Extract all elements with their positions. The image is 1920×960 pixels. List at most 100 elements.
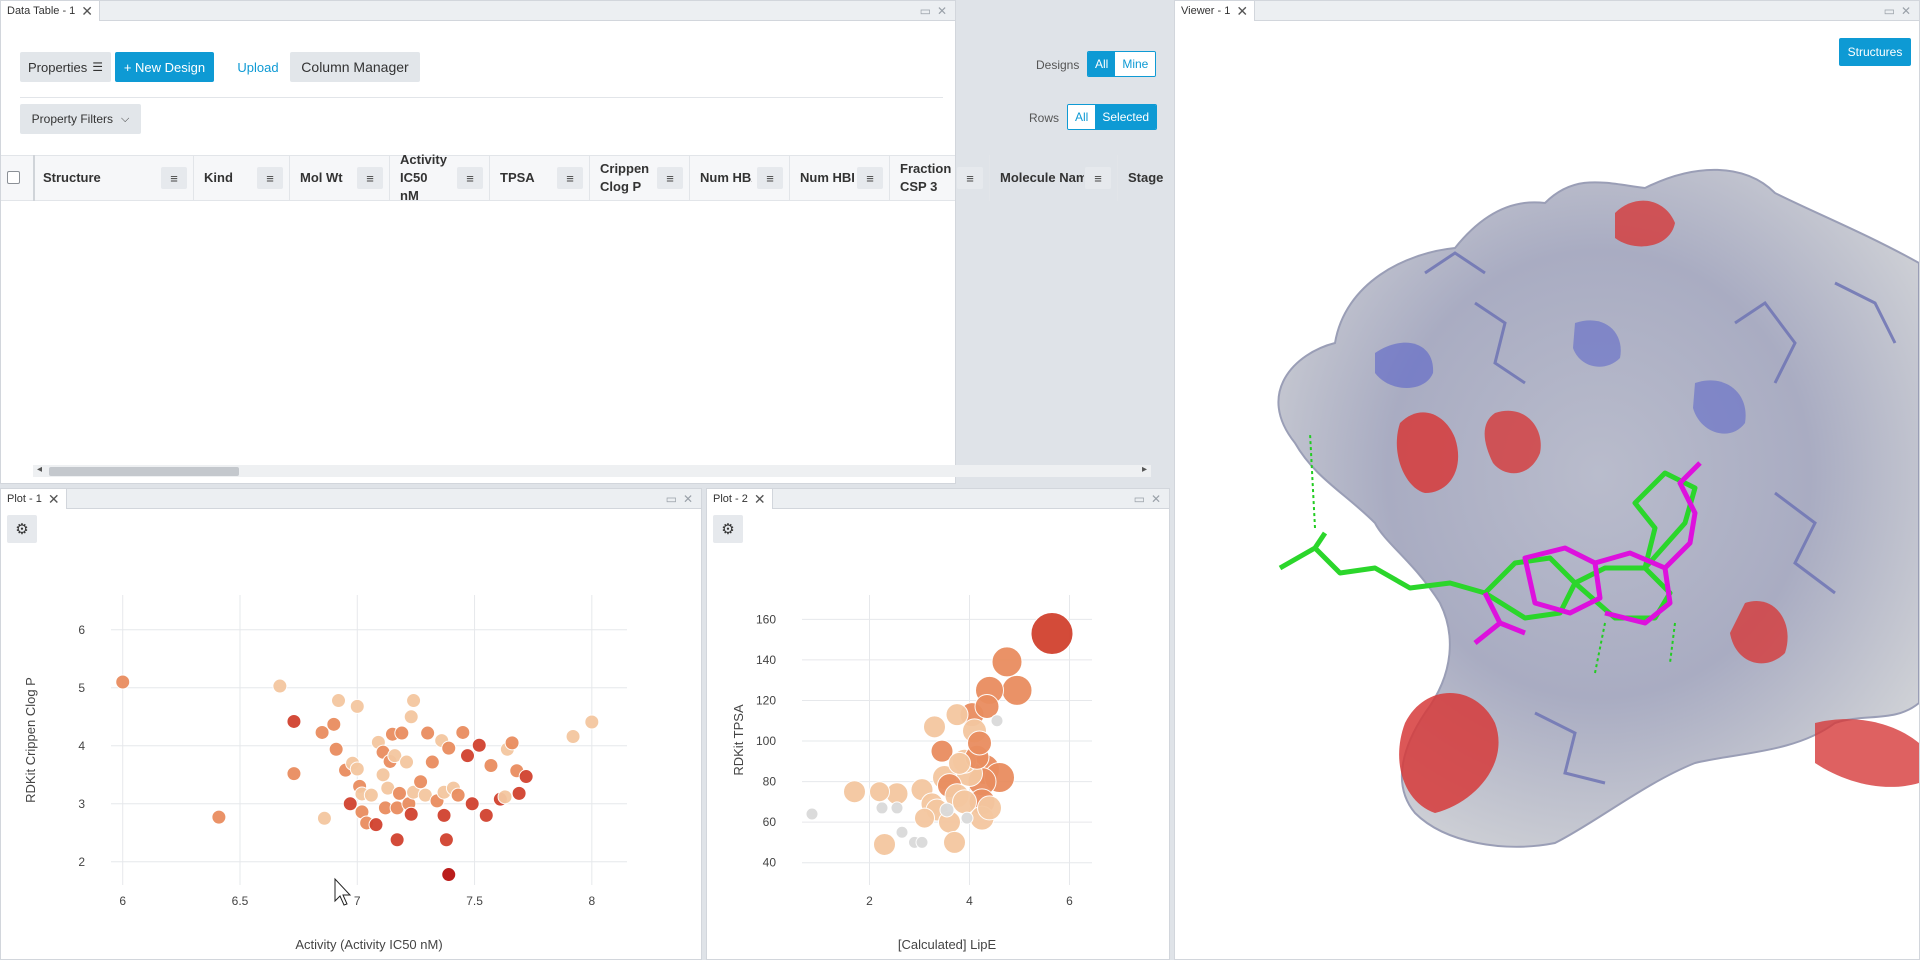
data-point	[286, 713, 302, 729]
plot-2-chart[interactable]: 2 4 6 40 60 80 100 120 140 160 [Calculated] LipE RD…	[707, 513, 1169, 953]
viewer-tabbar: Viewer - 1 ✕ ▭ ✕	[1175, 1, 1919, 21]
column-menu-icon[interactable]: ≡	[557, 167, 583, 189]
properties-label: Properties	[27, 59, 88, 75]
column-menu-icon[interactable]: ≡	[257, 167, 283, 189]
data-point	[565, 729, 581, 745]
x-tick-label: 6	[119, 894, 126, 908]
column-menu-icon[interactable]: ≡	[757, 167, 783, 189]
plot-1-chart[interactable]: 6 6.5 7 7.5 8 2 3 4 5 6 Activity (Activity IC50 nM…	[1, 513, 701, 953]
data-point	[967, 730, 992, 756]
tab-plot-2[interactable]: Plot - 2 ✕	[707, 489, 773, 509]
plot-2-window-controls: ▭ ✕	[1134, 492, 1161, 506]
column-header-label: Crippen Clog P	[600, 161, 650, 194]
column-menu-icon[interactable]: ≡	[857, 167, 883, 189]
column-header-label: Activity IC50 nM	[400, 152, 447, 203]
column-header-structure[interactable]: Structure ≡	[33, 155, 194, 201]
column-menu-icon[interactable]: ≡	[957, 167, 983, 189]
y-tick-label: 140	[756, 653, 776, 667]
close-icon[interactable]: ✕	[1151, 492, 1161, 506]
molecule-3d-viewport[interactable]	[1175, 23, 1919, 943]
plot-1-panel: Plot - 1 ✕ ▭ ✕ ⚙ 6 6.5 7 7.5 8 2 3 4 5 6 Activity …	[0, 488, 702, 960]
x-tick-label: 6	[1066, 894, 1073, 908]
data-point	[441, 867, 457, 883]
data-point	[403, 806, 419, 822]
upload-label: Upload	[237, 59, 279, 75]
y-tick-label: 4	[78, 739, 85, 753]
column-header-label: TPSA	[500, 170, 535, 185]
x-tick-label: 4	[966, 894, 973, 908]
column-header-tpsa[interactable]: TPSA ≡	[490, 155, 590, 201]
viewer-window-controls: ▭ ✕	[1884, 4, 1911, 18]
column-header-molecule-name[interactable]: Molecule Name≡	[990, 155, 1118, 201]
data-point	[873, 832, 896, 856]
column-header-label: Kind	[204, 170, 233, 185]
close-icon[interactable]: ✕	[754, 492, 766, 506]
designs-mine-option[interactable]: Mine	[1115, 52, 1156, 76]
data-point	[478, 807, 494, 823]
plot-1-tabbar: Plot - 1 ✕ ▭ ✕	[1, 489, 701, 509]
plot-1-window-controls: ▭ ✕	[666, 492, 693, 506]
column-menu-icon[interactable]: ≡	[1085, 167, 1111, 189]
filter-lines-icon: ☰	[92, 60, 103, 74]
data-point	[349, 698, 365, 714]
data-point	[349, 761, 365, 777]
data-table-tabbar: Data Table - 1 ✕ ▭ ✕	[1, 1, 955, 21]
data-point	[471, 737, 487, 753]
close-icon[interactable]: ✕	[1236, 4, 1248, 18]
plot-2-tab-title: Plot - 2	[713, 493, 748, 505]
scroll-right-icon[interactable]: ▸	[1142, 464, 1147, 475]
data-point	[394, 725, 410, 741]
data-point	[483, 758, 499, 774]
column-menu-icon[interactable]: ≡	[357, 167, 383, 189]
close-icon[interactable]: ✕	[48, 492, 60, 506]
close-icon[interactable]: ✕	[683, 492, 693, 506]
maximize-icon[interactable]: ▭	[1884, 4, 1895, 18]
maximize-icon[interactable]: ▭	[1134, 492, 1145, 506]
column-header-activity[interactable]: Activity IC50 nM ≡	[390, 152, 490, 203]
rows-selected-option[interactable]: Selected	[1095, 105, 1157, 129]
properties-button[interactable]: Properties ☰	[20, 52, 111, 82]
column-header-crippen[interactable]: Crippen Clog P ≡	[590, 155, 690, 201]
data-point	[272, 678, 288, 694]
upload-link[interactable]: Upload	[234, 52, 282, 82]
column-header-num-hbd[interactable]: Num HBD≡	[790, 155, 890, 201]
y-tick-label: 60	[763, 815, 777, 829]
close-icon[interactable]: ✕	[81, 4, 93, 18]
column-header-fraction-csp3[interactable]: Fraction CSP 3 ≡	[890, 155, 990, 201]
data-point	[915, 835, 929, 849]
rows-all-option[interactable]: All	[1068, 105, 1096, 129]
column-header-stage[interactable]: Stage	[1118, 155, 1168, 201]
data-point	[115, 674, 131, 690]
y-tick-label: 2	[78, 855, 85, 869]
column-header-label: Mol Wt	[300, 170, 343, 185]
close-icon[interactable]: ✕	[937, 4, 947, 18]
scroll-left-icon[interactable]: ◂	[37, 464, 42, 475]
data-point	[895, 825, 909, 839]
horizontal-scrollbar[interactable]: ◂ ▸	[33, 464, 1151, 477]
maximize-icon[interactable]: ▭	[920, 4, 931, 18]
property-filters-button[interactable]: Property Filters ⌵	[20, 104, 141, 134]
select-all-checkbox[interactable]	[7, 171, 20, 184]
column-menu-icon[interactable]: ≡	[657, 167, 683, 189]
column-header-mol-wt[interactable]: Mol Wt ≡	[290, 155, 390, 201]
tab-plot-1[interactable]: Plot - 1 ✕	[1, 489, 67, 509]
new-design-button[interactable]: + New Design	[115, 52, 214, 82]
plot-1-tab-title: Plot - 1	[7, 493, 42, 505]
maximize-icon[interactable]: ▭	[666, 492, 677, 506]
data-point	[991, 646, 1023, 678]
rows-toggle: All Selected	[1067, 104, 1158, 130]
designs-all-option[interactable]: All	[1088, 52, 1116, 76]
designs-toggle: All Mine	[1087, 51, 1157, 77]
tab-data-table[interactable]: Data Table - 1 ✕	[1, 1, 101, 21]
column-header-kind[interactable]: Kind ≡	[194, 155, 290, 201]
scrollbar-thumb[interactable]	[49, 467, 239, 476]
tab-viewer[interactable]: Viewer - 1 ✕	[1175, 1, 1256, 21]
column-menu-icon[interactable]: ≡	[457, 167, 483, 189]
plot-2-panel: Plot - 2 ✕ ▭ ✕ ⚙ 2 4 6 40 60 80 100 120 140 160 [C…	[706, 488, 1170, 960]
column-header-num-hba[interactable]: Num HBA ≡	[690, 155, 790, 201]
close-icon[interactable]: ✕	[1901, 4, 1911, 18]
column-menu-icon[interactable]: ≡	[161, 167, 187, 189]
column-manager-button[interactable]: Column Manager	[290, 52, 420, 82]
data-point	[914, 807, 935, 829]
column-header-label: Num HBA	[700, 170, 752, 185]
